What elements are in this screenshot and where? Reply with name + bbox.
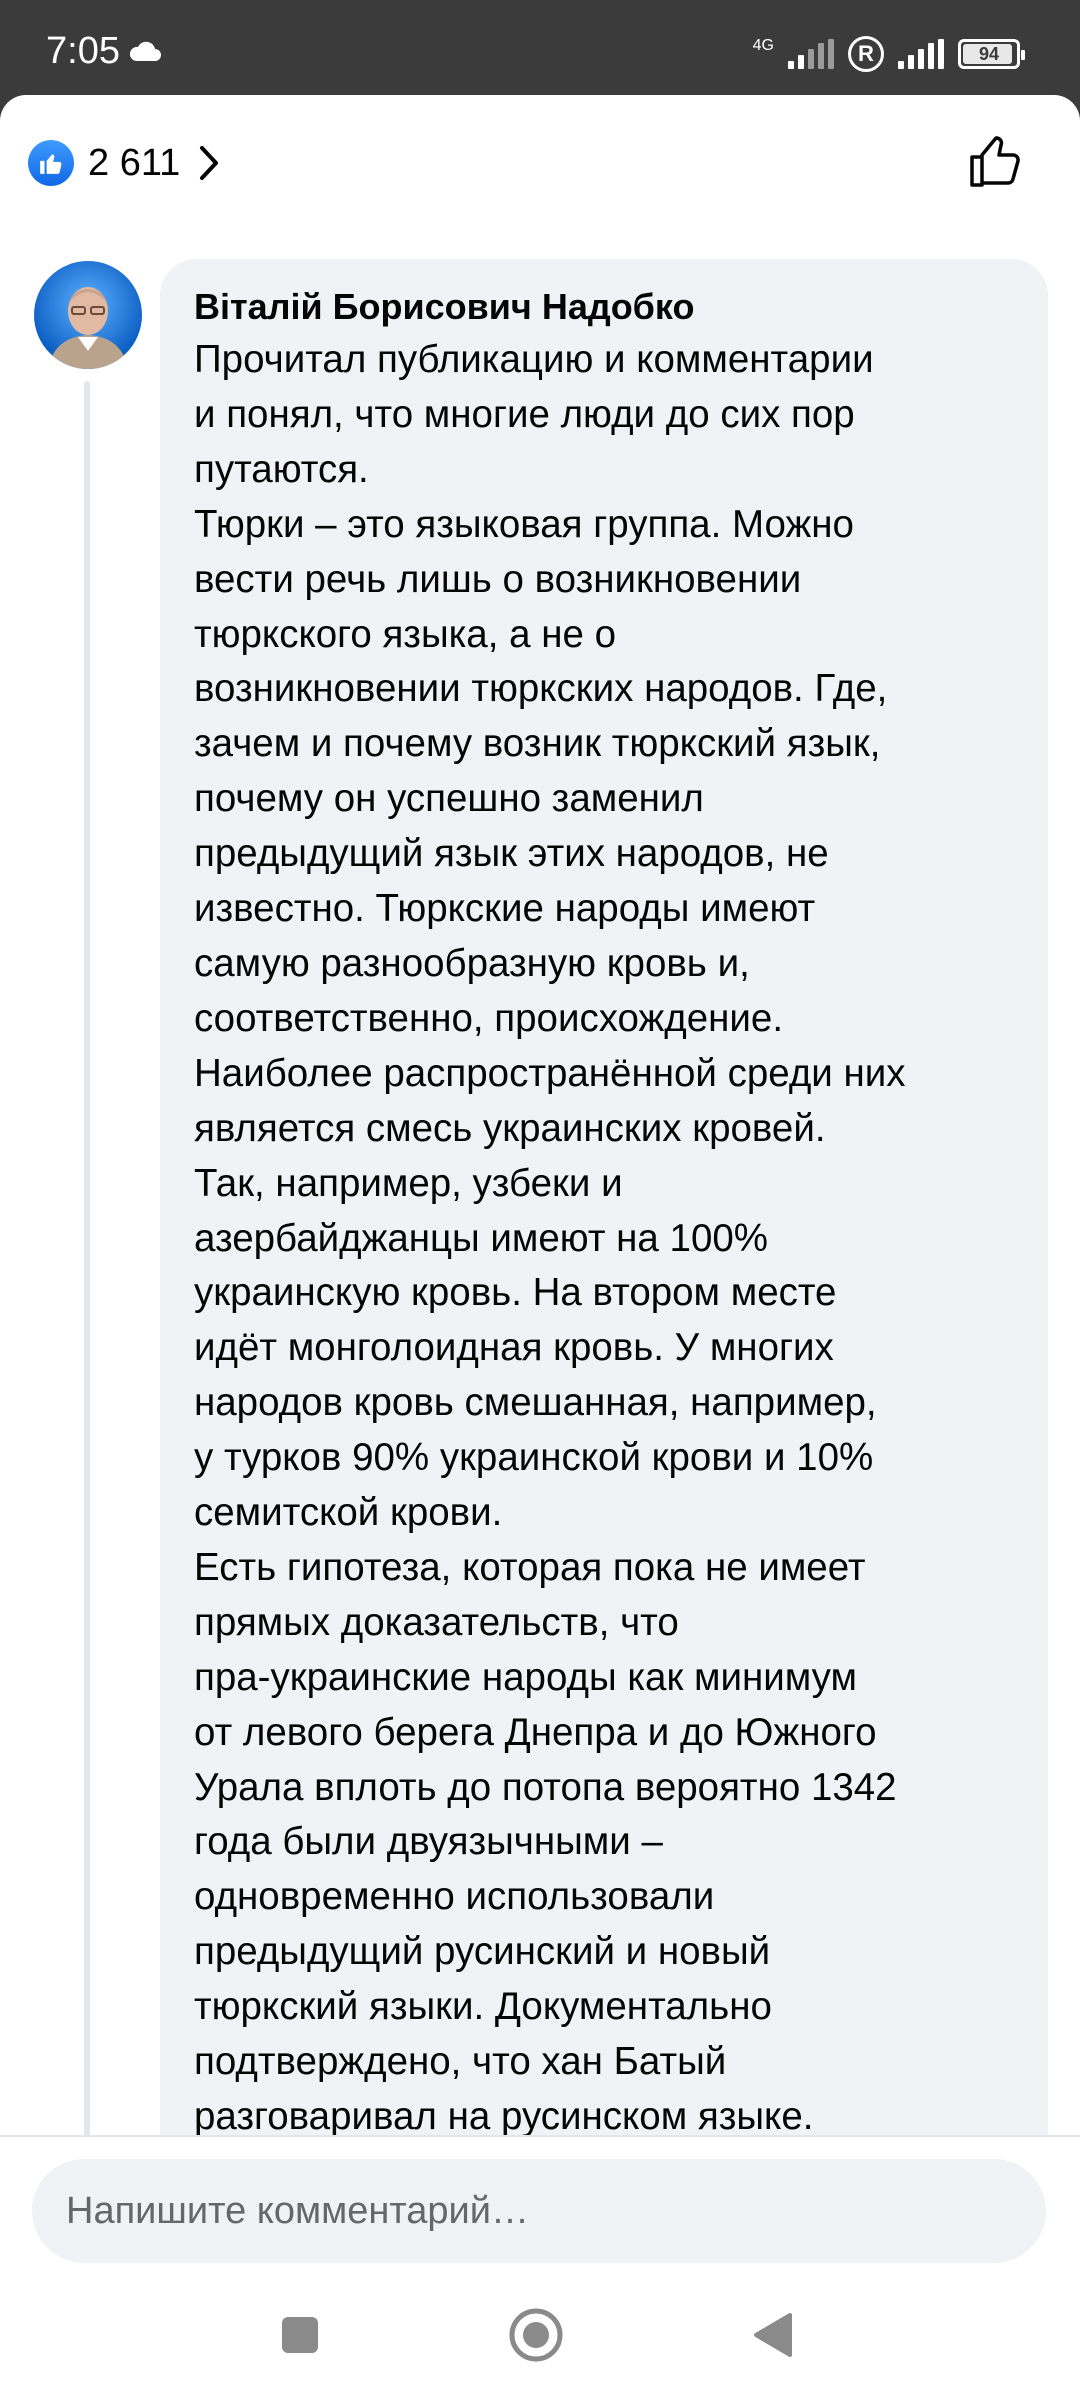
comment-line: путаются. <box>194 447 369 491</box>
comment-line: прямых доказательств, что <box>194 1600 679 1644</box>
comment-text: Прочитал публикацию и комментарии и понял… <box>194 333 1014 2145</box>
home-button[interactable] <box>504 2303 568 2367</box>
comment-line: возникновении тюркских народов. Где, <box>194 667 888 711</box>
comment-line: является смесь украинских кровей. <box>194 1106 826 1150</box>
comment-line: предыдущий язык этих народов, не <box>194 832 829 876</box>
avatar[interactable] <box>34 261 142 369</box>
registered-icon: R <box>848 36 884 72</box>
back-triangle-icon <box>754 2313 792 2357</box>
back-button[interactable] <box>740 2303 804 2367</box>
comment-line: азербайджанцы имеют на 100% <box>194 1216 769 1260</box>
reaction-count: 2 611 <box>88 141 181 184</box>
chevron-right-icon <box>200 146 219 180</box>
comment-line: Тюрки – это языковая группа. Можно <box>194 502 854 546</box>
reactions-summary[interactable]: 2 611 <box>28 133 222 193</box>
battery-icon: 94 <box>958 39 1025 69</box>
comment-line: подтверждено, что хан Батый <box>194 2040 727 2084</box>
cloud-icon <box>129 41 161 61</box>
status-icons: 4G R 94 <box>752 34 1025 74</box>
comment-line: Так, например, узбеки и <box>194 1161 623 1205</box>
like-reaction-icon <box>28 140 74 186</box>
signal-strength-icon <box>898 39 944 69</box>
comment-line: зачем и почему возник тюркский язык, <box>194 722 881 766</box>
like-button[interactable] <box>966 129 1030 193</box>
comment-composer <box>0 2135 1080 2267</box>
comment-input[interactable] <box>32 2159 1046 2263</box>
home-circle-icon <box>509 2308 563 2362</box>
comment-line: Урала вплоть до потопа вероятно 1342 <box>194 1765 897 1809</box>
comment-line: народов кровь смешанная, например, <box>194 1381 877 1425</box>
recent-apps-button[interactable] <box>268 2303 332 2367</box>
comment-line: Наиболее распространённой среди них <box>194 1051 906 1095</box>
comment-line: идёт монголоидная кровь. У многих <box>194 1326 834 1370</box>
comment-line: Прочитал публикацию и комментарии <box>194 338 874 381</box>
comment-bubble[interactable]: Віталій Борисович Надобко Прочитал публи… <box>160 259 1048 2179</box>
comment-line: почему он успешно заменил <box>194 777 704 821</box>
comment-line: года были двуязычными – <box>194 1820 663 1864</box>
comment-line: одновременно использовали <box>194 1875 715 1919</box>
comment-line: у турков 90% украинской крови и 10% <box>194 1436 874 1480</box>
battery-level: 94 <box>978 43 1000 64</box>
thread-line <box>84 381 90 2141</box>
square-icon <box>282 2317 318 2353</box>
comment-line: от левого берега Днепра и до Южного <box>194 1710 877 1754</box>
comment-line: вести речь лишь о возникновении <box>194 557 802 601</box>
comment-line: Есть гипотеза, которая пока не имеет <box>194 1545 866 1589</box>
comment-line: пра-украинские народы как минимум <box>194 1655 857 1699</box>
comment-line: тюркского языка, а не о <box>194 612 616 656</box>
status-bar: 7:05 4G R 94 <box>0 0 1080 95</box>
comment-line: соответственно, происхождение. <box>194 996 784 1040</box>
comment-line: известно. Тюркские народы имеют <box>194 887 816 931</box>
avatar-photo <box>48 287 128 369</box>
comment-line: самую разнообразную кровь и, <box>194 941 750 985</box>
comment-line: предыдущий русинский и новый <box>194 1930 771 1974</box>
network-type-label: 4G <box>752 37 774 54</box>
comment-line: тюркский языки. Документально <box>194 1985 772 2029</box>
comment-line: семитской крови. <box>194 1491 503 1535</box>
comment-line: и понял, что многие люди до сих пор <box>194 392 855 436</box>
comments-sheet: 2 611 Віталій Борисович Надобко Прочитал… <box>0 95 1080 2267</box>
comment-author[interactable]: Віталій Борисович Надобко <box>194 285 1014 329</box>
signal-icon <box>788 39 834 69</box>
status-time: 7:05 <box>46 30 120 72</box>
navigation-bar <box>0 2267 1080 2400</box>
comment-line: украинскую кровь. На втором месте <box>194 1271 837 1315</box>
